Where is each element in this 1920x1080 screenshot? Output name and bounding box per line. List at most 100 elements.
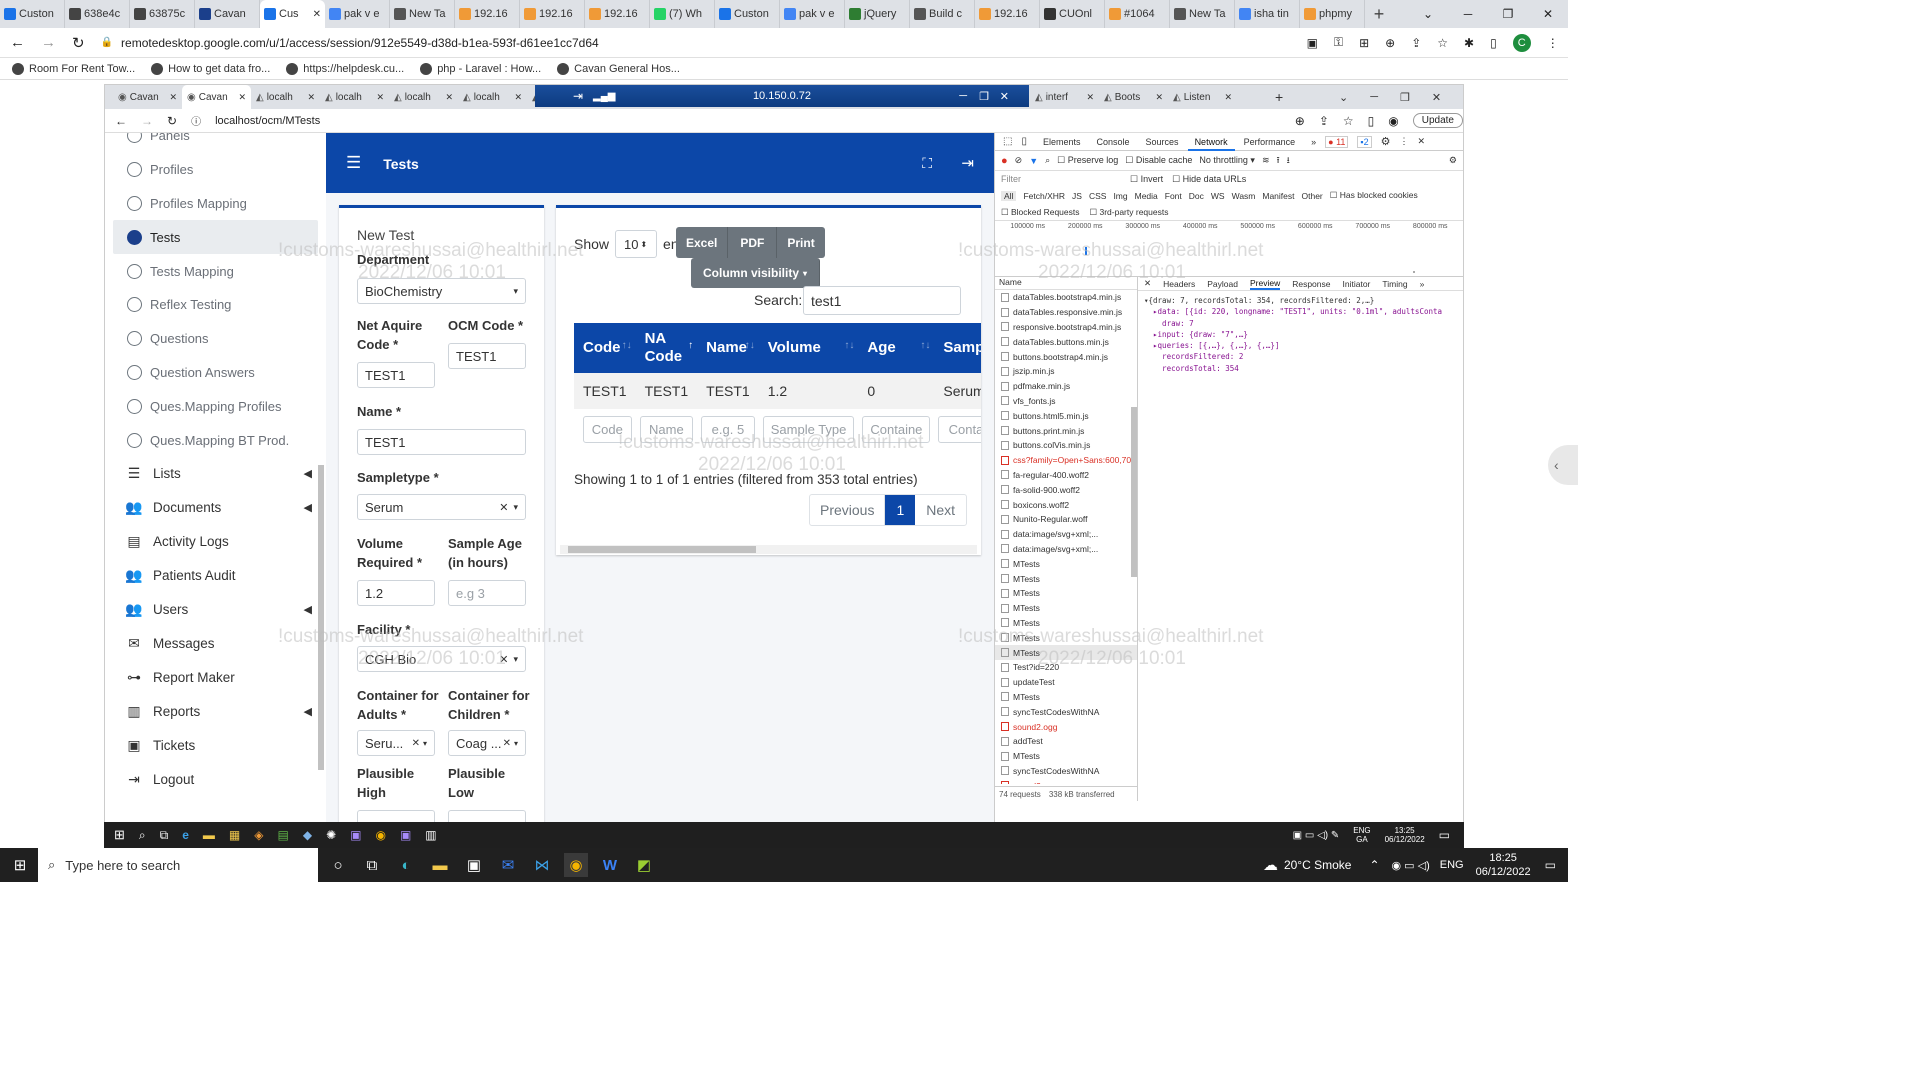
tray-chevron-icon[interactable]: ⌃: [1369, 858, 1379, 872]
inspect-icon[interactable]: ⬚: [1003, 136, 1012, 147]
inner-minimize-icon[interactable]: ─: [1370, 91, 1378, 103]
network-request[interactable]: buttons.html5.min.js: [995, 408, 1137, 423]
sidebar-item-profiles-mapping[interactable]: Profiles Mapping: [105, 187, 326, 221]
network-request[interactable]: dataTables.bootstrap4.min.js: [995, 290, 1137, 305]
column-filter-input[interactable]: Containe: [938, 415, 981, 443]
outer-tab[interactable]: CUOnl: [1040, 0, 1105, 28]
outer-tab[interactable]: jQuery: [845, 0, 910, 28]
type-filter-css[interactable]: CSS: [1089, 191, 1106, 201]
type-filter-all[interactable]: All: [1001, 190, 1017, 201]
tab-search-icon[interactable]: ⌄: [1408, 7, 1448, 21]
column-visibility-button[interactable]: Column visibility ▾: [691, 258, 821, 288]
sidebar-item-reports[interactable]: ▥ Reports ◀: [105, 695, 326, 729]
weather-text[interactable]: 20°C Smoke: [1284, 858, 1352, 872]
remote-tray-icons[interactable]: ▣ ▭ ◁) ✎: [1293, 830, 1340, 841]
tab-close-icon[interactable]: ✕: [238, 92, 246, 103]
minimize-icon[interactable]: ─: [1448, 7, 1488, 21]
type-filter-doc[interactable]: Doc: [1189, 191, 1204, 201]
inner-panel-icon[interactable]: ▯: [1368, 114, 1375, 128]
column-header[interactable]: Volume ↑↓: [759, 323, 859, 373]
outer-tab[interactable]: New Ta: [390, 0, 455, 28]
clear-icon[interactable]: ✕: [412, 738, 420, 749]
vscode-icon[interactable]: ⋈: [530, 853, 554, 877]
taskview-icon[interactable]: ⧉: [360, 853, 384, 877]
network-request[interactable]: MTests: [995, 586, 1137, 601]
error-badge[interactable]: ● 11: [1325, 135, 1349, 148]
sidepanel-icon[interactable]: ▯: [1490, 36, 1497, 50]
network-request[interactable]: MTests: [995, 690, 1137, 705]
search-icon[interactable]: ⌕: [1045, 155, 1050, 166]
remote-clock[interactable]: 13:25 06/12/2022: [1385, 826, 1425, 844]
cortana-icon[interactable]: ○: [326, 853, 350, 877]
remote-app-icon[interactable]: ◆: [303, 828, 312, 842]
rd-restore-icon[interactable]: ❐: [979, 90, 989, 103]
forward-icon[interactable]: →: [41, 34, 56, 51]
network-request[interactable]: syncTestCodesWithNA: [995, 764, 1137, 779]
sampletype-select[interactable]: Serum ✕ ▾: [357, 494, 526, 520]
inner-reload-icon[interactable]: ↻: [167, 114, 177, 128]
name-input[interactable]: TEST1: [357, 429, 526, 455]
network-request[interactable]: MTests: [995, 556, 1137, 571]
column-header[interactable]: Code ↑↓: [574, 323, 636, 373]
outer-tab[interactable]: 63875c: [130, 0, 195, 28]
outer-tab[interactable]: 192.16: [585, 0, 650, 28]
remote-app-icon[interactable]: ▤: [277, 828, 288, 842]
tray-icons[interactable]: ◉ ▭ ◁): [1392, 859, 1430, 872]
remote-start-icon[interactable]: ⊞: [114, 827, 125, 843]
tab-close-icon[interactable]: ✕: [169, 92, 177, 103]
type-filter-wasm[interactable]: Wasm: [1232, 191, 1256, 201]
new-tab-button[interactable]: +: [1365, 4, 1393, 25]
remote-folder-icon[interactable]: ▬: [203, 828, 215, 842]
app-icon[interactable]: ◩: [632, 853, 656, 877]
inner-restore-icon[interactable]: ❐: [1400, 91, 1410, 104]
pin-icon[interactable]: ⇥: [573, 89, 583, 103]
network-request[interactable]: pdfmake.min.js: [995, 379, 1137, 394]
clear-icon[interactable]: ✕: [503, 738, 511, 749]
devtools-tab-sources[interactable]: Sources: [1139, 133, 1186, 151]
page-length-select[interactable]: 10 ⬍: [615, 230, 658, 258]
outer-tab[interactable]: pak v e: [780, 0, 845, 28]
more-detail-tabs-icon[interactable]: »: [1420, 279, 1425, 289]
menu-icon[interactable]: ⋮: [1547, 36, 1559, 50]
bookmark-item[interactable]: Cavan General Hos...: [557, 62, 680, 75]
clear-icon[interactable]: ✕: [499, 501, 508, 514]
inner-tabsearch-icon[interactable]: ⌄: [1339, 91, 1348, 104]
sidebar-item-tickets[interactable]: ▣ Tickets: [105, 729, 326, 763]
network-request[interactable]: data:image/svg+xml;...: [995, 542, 1137, 557]
edge-icon[interactable]: ◐: [394, 853, 418, 877]
more-tabs-icon[interactable]: »: [1311, 137, 1316, 147]
type-filter-ws[interactable]: WS: [1211, 191, 1225, 201]
pagination-page-1[interactable]: 1: [885, 495, 916, 525]
preserve-log-checkbox[interactable]: ☐ Preserve log: [1057, 155, 1118, 166]
remote-lang[interactable]: ENG GA: [1353, 826, 1370, 844]
inner-forward-icon[interactable]: →: [141, 114, 153, 128]
taskbar-clock[interactable]: 18:25 06/12/2022: [1476, 851, 1531, 879]
remote-notification-icon[interactable]: ▭: [1439, 828, 1450, 842]
column-header[interactable]: SampleT↑↓: [934, 323, 981, 373]
type-filter-js[interactable]: JS: [1072, 191, 1082, 201]
filter-input[interactable]: Filter: [1001, 174, 1121, 184]
network-request[interactable]: jszip.min.js: [995, 364, 1137, 379]
sidebar-item-question-answers[interactable]: Question Answers: [105, 356, 326, 390]
sidebar-item-users[interactable]: 👥 Users ◀: [105, 593, 326, 627]
network-request[interactable]: buttons.colVis.min.js: [995, 438, 1137, 453]
outer-tab[interactable]: (7) Wh: [650, 0, 715, 28]
profile-avatar[interactable]: C: [1512, 33, 1531, 52]
network-request[interactable]: MTests: [995, 601, 1137, 616]
outer-tab[interactable]: Custon: [0, 0, 65, 28]
tab-close-icon[interactable]: ✕: [514, 92, 522, 103]
sidebar-item-questions[interactable]: Questions: [105, 322, 326, 356]
network-request[interactable]: sound2.ogg: [995, 778, 1137, 784]
network-request[interactable]: updateTest: [995, 675, 1137, 690]
inner-tab[interactable]: ◭ Boots ✕: [1099, 85, 1168, 109]
network-request[interactable]: css?family=Open+Sans:600,700: [995, 453, 1137, 468]
type-filter-fetchxhr[interactable]: Fetch/XHR: [1023, 191, 1065, 201]
remote-app-icon[interactable]: ▣: [400, 828, 411, 842]
taskbar-search[interactable]: ⌕ Type here to search: [38, 848, 318, 882]
ocm-code-input[interactable]: TEST1: [448, 343, 526, 369]
inner-profile-icon[interactable]: ◉: [1388, 114, 1398, 128]
outer-tab[interactable]: Custon: [715, 0, 780, 28]
inner-tab[interactable]: ◭ Listen ✕: [1168, 85, 1237, 109]
wifi-icon[interactable]: ≋: [1262, 155, 1270, 166]
mail-icon[interactable]: ✉: [496, 853, 520, 877]
